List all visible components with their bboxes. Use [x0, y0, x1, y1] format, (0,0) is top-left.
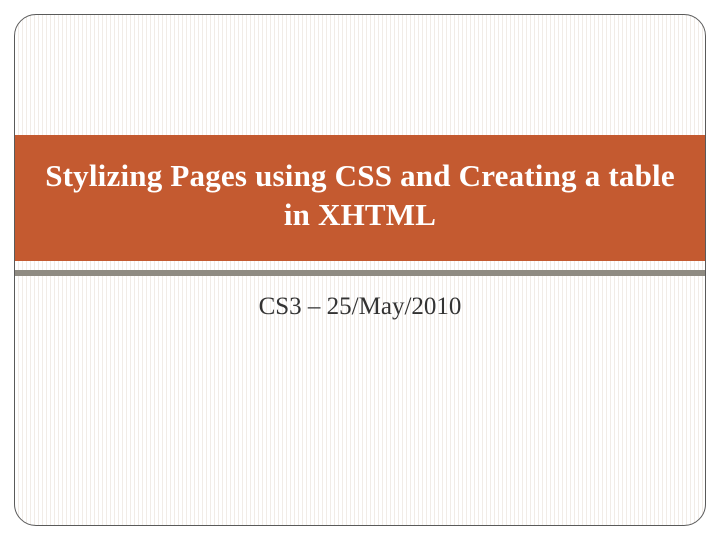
divider-bar — [15, 270, 705, 276]
slide-subtitle: CS3 – 25/May/2010 — [15, 293, 705, 321]
slide-title: Stylizing Pages using CSS and Creating a… — [45, 157, 675, 235]
slide: Stylizing Pages using CSS and Creating a… — [0, 0, 720, 540]
title-band: Stylizing Pages using CSS and Creating a… — [15, 135, 705, 261]
slide-frame: Stylizing Pages using CSS and Creating a… — [14, 14, 706, 526]
